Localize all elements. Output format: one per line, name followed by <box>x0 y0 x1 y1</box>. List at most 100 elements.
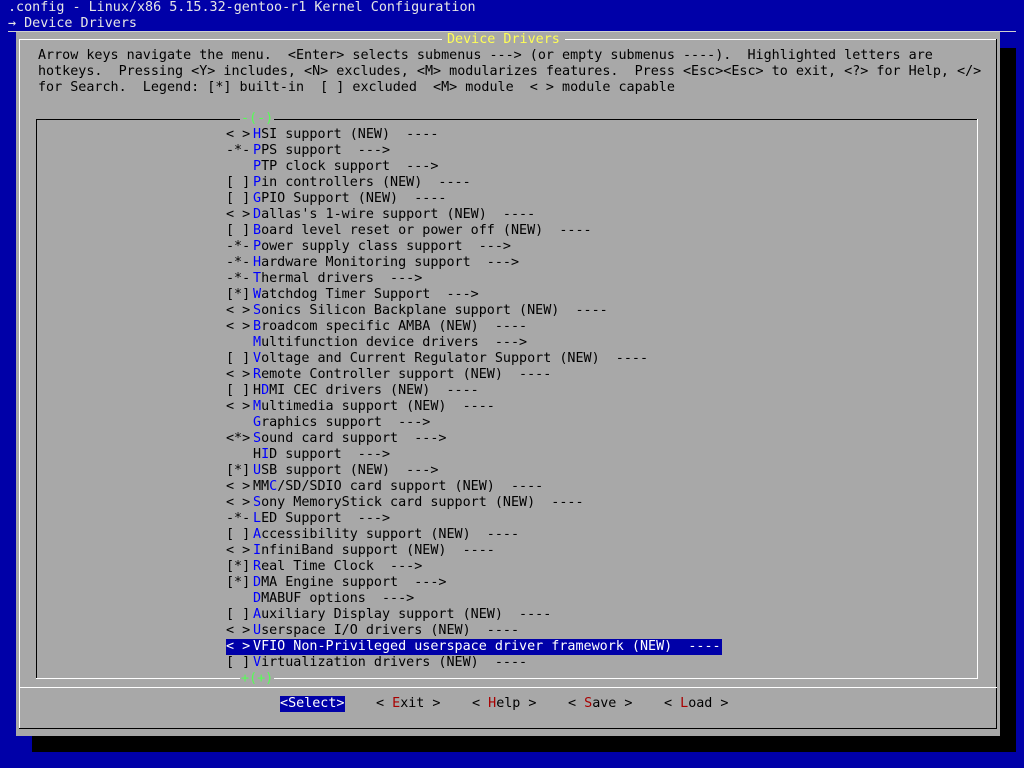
exit-button[interactable]: < Exit > <box>376 696 441 712</box>
help-button[interactable]: < Help > <box>472 696 537 712</box>
menu-item[interactable]: -*- LED Support ---> <box>226 511 391 527</box>
item-state-marker: [ ] <box>226 607 251 622</box>
item-hotkey: C <box>269 479 278 494</box>
menu-item[interactable]: [ ] GPIO Support (NEW) ---- <box>226 191 448 207</box>
item-state-marker: [ ] <box>226 191 251 206</box>
item-label: MABUF options ---> <box>261 591 415 606</box>
button-bracket: < <box>472 696 489 711</box>
list-border-top <box>36 119 978 120</box>
menu-item[interactable]: DMABUF options ---> <box>226 591 415 607</box>
item-state-marker: < > <box>226 639 251 654</box>
item-hotkey: G <box>253 191 262 206</box>
item-state-marker: < > <box>226 479 251 494</box>
menu-item[interactable]: < > Userspace I/O drivers (NEW) ---- <box>226 623 520 639</box>
item-hotkey: B <box>253 223 262 238</box>
menu-item[interactable]: < > Remote Controller support (NEW) ---- <box>226 367 552 383</box>
item-label: MI CEC drivers (NEW) ---- <box>269 383 479 398</box>
menu-item[interactable]: < > Dallas's 1-wire support (NEW) ---- <box>226 207 536 223</box>
item-hotkey: S <box>253 495 262 510</box>
menu-item[interactable]: [*] USB support (NEW) ---> <box>226 463 439 479</box>
button-label: ave > <box>592 696 633 711</box>
item-label: serspace I/O drivers (NEW) ---- <box>261 623 520 638</box>
item-state-marker: [ ] <box>226 655 251 670</box>
menu-item[interactable]: -*- PPS support ---> <box>226 143 391 159</box>
item-label: ower supply class support ---> <box>261 239 511 254</box>
menu-item[interactable]: Multifunction device drivers ---> <box>226 335 528 351</box>
load-button[interactable]: < Load > <box>664 696 729 712</box>
menu-item[interactable]: HID support ---> <box>226 447 391 463</box>
item-label: raphics support ---> <box>261 415 431 430</box>
item-hotkey: D <box>261 383 270 398</box>
menu-item[interactable]: [ ] Pin controllers (NEW) ---- <box>226 175 472 191</box>
item-state-marker: < > <box>226 319 251 334</box>
item-state-marker: < > <box>226 399 251 414</box>
menu-item[interactable]: < > HSI support (NEW) ---- <box>226 127 439 143</box>
item-hotkey: I <box>253 543 262 558</box>
menu-item[interactable]: [ ] HDMI CEC drivers (NEW) ---- <box>226 383 480 399</box>
list-border-right <box>977 119 978 679</box>
menu-item[interactable]: [ ] Auxiliary Display support (NEW) ---- <box>226 607 552 623</box>
menu-item[interactable]: < > InfiniBand support (NEW) ---- <box>226 543 496 559</box>
menu-item[interactable]: [ ] Board level reset or power off (NEW) … <box>226 223 593 239</box>
menu-item[interactable]: [ ] Voltage and Current Regulator Support… <box>226 351 649 367</box>
item-state-marker: < > <box>226 543 251 558</box>
item-state-marker: [*] <box>226 559 251 574</box>
item-label: onics Silicon Backplane support (NEW) --… <box>261 303 608 318</box>
menu-item[interactable]: < > MMC/SD/SDIO card support (NEW) ---- <box>226 479 544 495</box>
item-state-marker: -*- <box>226 239 251 254</box>
menu-item[interactable]: < > Sony MemoryStick card support (NEW) -… <box>226 495 585 511</box>
item-label: FIO Non-Privileged userspace driver fram… <box>261 639 721 654</box>
button-hotkey: L <box>680 696 689 711</box>
menu-item[interactable]: Graphics support ---> <box>226 415 431 431</box>
menu-item[interactable]: [*] Watchdog Timer Support ---> <box>226 287 480 303</box>
menu-item[interactable]: < > Sonics Silicon Backplane support (NEW… <box>226 303 609 319</box>
item-state-marker: -*- <box>226 271 251 286</box>
item-state-marker: -*- <box>226 511 251 526</box>
item-hotkey: U <box>253 623 262 638</box>
menu-item[interactable]: [*] DMA Engine support ---> <box>226 575 448 591</box>
dialog-title: Device Drivers <box>442 32 565 48</box>
item-state-marker: [ ] <box>226 351 251 366</box>
button-hotkey: S <box>584 696 593 711</box>
item-label: TP clock support ---> <box>261 159 439 174</box>
menu-item[interactable]: [ ] Virtualization drivers (NEW) ---- <box>226 655 528 671</box>
breadcrumb: → Device Drivers <box>8 16 137 31</box>
scroll-down-indicator[interactable]: +(+) <box>240 671 275 687</box>
item-label: ultifunction device drivers ---> <box>261 335 528 350</box>
item-state-marker: < > <box>226 495 251 510</box>
item-label: roadcom specific AMBA (NEW) ---- <box>261 319 528 334</box>
item-hotkey: B <box>253 319 262 334</box>
item-label: nfiniBand support (NEW) ---- <box>261 543 495 558</box>
item-label: ccessibility support (NEW) ---- <box>261 527 520 542</box>
button-label: elect> <box>296 696 345 711</box>
menu-item[interactable]: -*- Hardware Monitoring support ---> <box>226 255 520 271</box>
scroll-up-indicator[interactable]: -(-) <box>240 111 275 127</box>
menu-item[interactable]: -*- Power supply class support ---> <box>226 239 512 255</box>
window-title: .config - Linux/x86 5.15.32-gentoo-r1 Ke… <box>8 0 476 15</box>
dialog-border-bottom <box>19 728 997 729</box>
item-hotkey: V <box>253 655 262 670</box>
menu-item[interactable]: -*- Thermal drivers ---> <box>226 271 423 287</box>
item-label: allas's 1-wire support (NEW) ---- <box>261 207 536 222</box>
menu-item[interactable]: <*> Sound card support ---> <box>226 431 448 447</box>
list-border-bottom <box>36 678 978 679</box>
menu-item[interactable]: [ ] Accessibility support (NEW) ---- <box>226 527 520 543</box>
menu-item[interactable]: PTP clock support ---> <box>226 159 439 175</box>
item-label-prefix: H <box>253 447 262 462</box>
save-button[interactable]: < Save > <box>568 696 633 712</box>
menu-item[interactable]: < > Broadcom specific AMBA (NEW) ---- <box>226 319 528 335</box>
menu-item[interactable]: < > Multimedia support (NEW) ---- <box>226 399 496 415</box>
item-label: /SD/SDIO card support (NEW) ---- <box>277 479 544 494</box>
select-button[interactable]: <Select> <box>280 696 345 712</box>
item-label: eal Time Clock ---> <box>261 559 423 574</box>
item-label: in controllers (NEW) ---- <box>261 175 471 190</box>
button-bracket: < <box>568 696 585 711</box>
item-hotkey: P <box>253 175 262 190</box>
menu-item[interactable]: [*] Real Time Clock ---> <box>226 559 423 575</box>
item-hotkey: W <box>253 287 262 302</box>
item-label: uxiliary Display support (NEW) ---- <box>261 607 552 622</box>
help-line: Arrow keys navigate the menu. <Enter> se… <box>38 48 933 63</box>
menu-item-selected[interactable]: < > VFIO Non-Privileged userspace driver … <box>226 639 722 655</box>
item-hotkey: P <box>253 159 262 174</box>
button-row: <Select> < Exit > < Help > < Save > < Lo… <box>16 696 1000 712</box>
